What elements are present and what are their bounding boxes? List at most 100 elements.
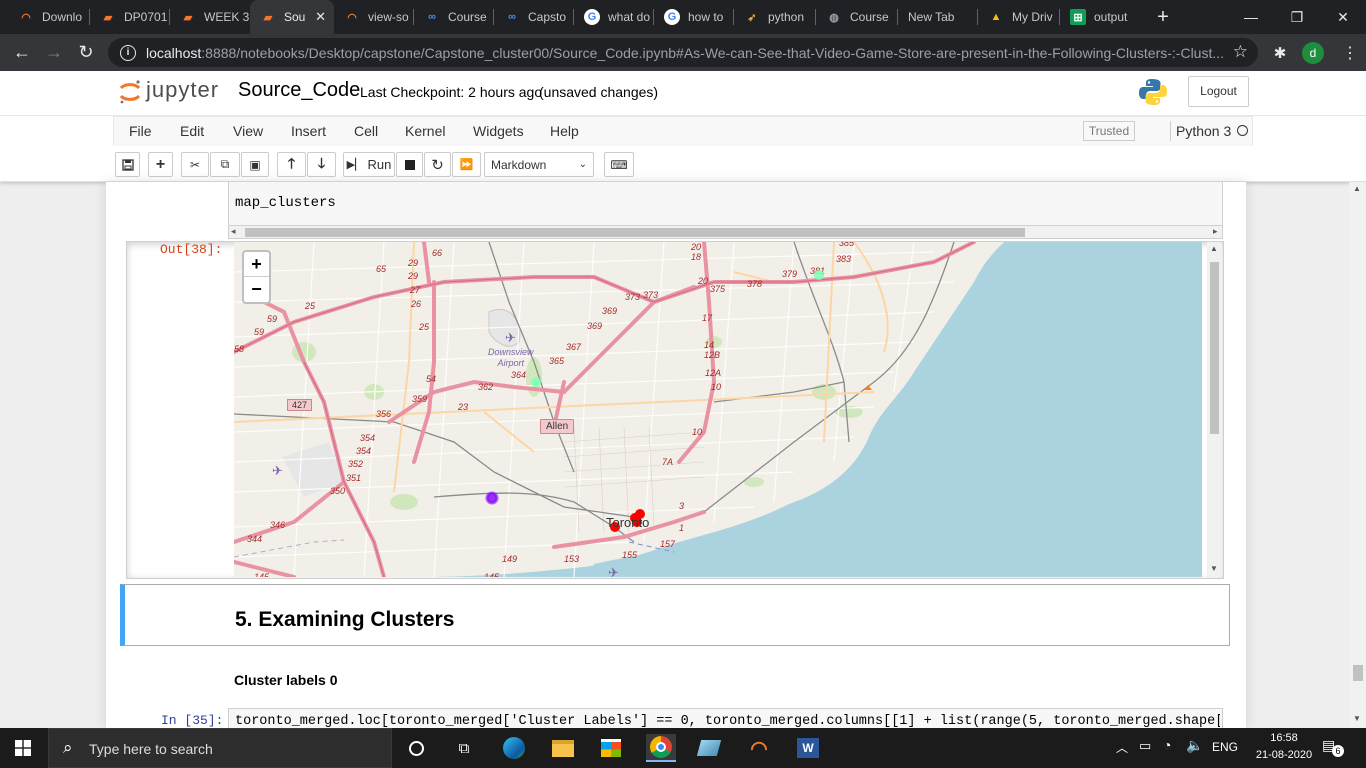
minimize-icon[interactable]: — (1228, 0, 1274, 34)
out-prompt: Out[38]: (160, 242, 223, 257)
cut-icon[interactable]: ✂ (181, 152, 209, 177)
new-tab-button[interactable]: + (1150, 4, 1176, 30)
highway-number-label: 354 (360, 433, 375, 443)
browser-tab[interactable]: ➶ python (734, 0, 816, 34)
browser-tab[interactable]: ∞ Course (414, 0, 494, 34)
language-indicator[interactable]: ENG (1212, 740, 1238, 754)
notebook-title[interactable]: Source_Code (238, 79, 360, 102)
task-view-icon[interactable]: ⧉ (449, 734, 479, 762)
volume-icon[interactable]: 🔈 (1186, 737, 1203, 754)
menu-help[interactable]: Help (550, 117, 579, 145)
chrome-icon[interactable] (646, 734, 676, 762)
browser-tab[interactable]: ▰ DP0701 (90, 0, 170, 34)
reload-icon[interactable]: ↻ (70, 34, 102, 71)
close-window-icon[interactable]: ✕ (1320, 0, 1366, 34)
browser-tab[interactable]: Gwhat do (574, 0, 654, 34)
scroll-down-icon[interactable]: ▼ (1210, 564, 1218, 573)
scroll-up-icon[interactable]: ▲ (1353, 184, 1361, 193)
jupyter-logo-text[interactable]: jupyter (146, 77, 219, 103)
stop-icon[interactable] (396, 152, 423, 177)
browser-tab[interactable]: New Tab (898, 0, 978, 34)
tray-chevron-icon[interactable]: ︿ (1116, 739, 1128, 756)
logout-button[interactable]: Logout (1188, 76, 1249, 107)
search-icon: ⌕ (63, 738, 73, 757)
browser-tab[interactable]: ⊞ output (1060, 0, 1144, 34)
menu-edit[interactable]: Edit (180, 117, 204, 145)
output-vertical-scrollbar[interactable]: ▲ ▼ (1207, 242, 1222, 577)
copy-icon[interactable]: ⧉ (210, 152, 240, 177)
save-icon[interactable] (115, 152, 140, 177)
clock-date[interactable]: 21-08-2020 (1248, 749, 1320, 761)
edge-icon[interactable] (499, 734, 529, 762)
folium-map[interactable]: 2018385383381379378375373373369369367365… (234, 242, 1202, 577)
move-down-icon[interactable]: 🡓 (307, 152, 336, 177)
trusted-indicator[interactable]: Trusted (1083, 121, 1135, 141)
scroll-down-icon[interactable]: ▼ (1353, 714, 1361, 723)
windows-start-icon[interactable] (8, 734, 38, 762)
notes-app-icon[interactable] (694, 734, 724, 762)
notification-center-icon[interactable]: ▤ 6 (1322, 737, 1344, 757)
file-explorer-icon[interactable] (548, 734, 578, 762)
highway-number-label: 29 (407, 258, 418, 268)
menu-file[interactable]: File (129, 117, 152, 145)
horizontal-scrollbar[interactable]: ◂ ▸ (228, 225, 1223, 239)
scrollbar-thumb[interactable] (1353, 665, 1363, 681)
battery-icon[interactable]: ▭ (1139, 738, 1151, 754)
menu-cell[interactable]: Cell (354, 117, 378, 145)
jupyter-app-icon[interactable]: ◠ (744, 734, 774, 762)
browser-tab[interactable]: ∞ Capsto (494, 0, 574, 34)
zoom-out-button[interactable]: − (244, 277, 269, 302)
add-cell-icon[interactable]: + (148, 152, 173, 177)
scroll-up-icon[interactable]: ▲ (1210, 244, 1218, 253)
forward-icon[interactable]: → (38, 34, 70, 71)
wifi-icon[interactable]: ◔ (1163, 737, 1171, 753)
browser-tab[interactable]: ▲ My Driv (978, 0, 1060, 34)
close-tab-icon[interactable]: ✕ (315, 9, 326, 25)
zoom-control: + − (242, 250, 271, 304)
browser-tab[interactable]: Ghow to (654, 0, 734, 34)
store-icon[interactable] (596, 734, 626, 762)
back-icon[interactable]: ← (6, 34, 38, 71)
browser-tab[interactable]: ◠ view-so (334, 0, 414, 34)
scrollbar-thumb[interactable] (245, 228, 1025, 237)
run-button[interactable]: ▶▏ Run (343, 152, 395, 177)
extensions-icon[interactable]: ✱ (1264, 34, 1296, 71)
menu-view[interactable]: View (233, 117, 263, 145)
scroll-right-icon[interactable]: ▸ (1213, 226, 1218, 237)
scrollbar-thumb[interactable] (1210, 262, 1219, 434)
profile-avatar[interactable]: d (1302, 42, 1324, 64)
browser-tab[interactable]: ◠ Downlo (8, 0, 90, 34)
address-bar[interactable]: i localhost:8888/notebooks/Desktop/capst… (108, 38, 1258, 67)
code-cell-input[interactable]: toronto_merged.loc[toronto_merged['Clust… (228, 708, 1223, 728)
browser-tab[interactable]: ▰ WEEK 3 (170, 0, 250, 34)
paste-icon[interactable]: ▣ (241, 152, 269, 177)
highway-number-label: 352 (348, 459, 363, 469)
menu-kernel[interactable]: Kernel (405, 117, 445, 145)
page-scrollbar[interactable]: ▲ ▼ (1349, 182, 1366, 728)
highway-number-label: 58 (234, 344, 244, 354)
menu-widgets[interactable]: Widgets (473, 117, 524, 145)
cortana-icon[interactable] (401, 734, 431, 762)
move-up-icon[interactable]: 🡑 (277, 152, 306, 177)
zoom-in-button[interactable]: + (244, 252, 269, 277)
taskbar-search-box[interactable]: ⌕ Type here to search (48, 728, 392, 768)
keyboard-icon[interactable]: ⌨ (604, 152, 634, 177)
code-cell-input[interactable]: ________________________________________… (228, 182, 1223, 226)
clock-time[interactable]: 16:58 (1264, 732, 1304, 744)
info-icon[interactable]: i (120, 44, 136, 61)
coursera-icon: ∞ (508, 11, 516, 23)
menu-insert[interactable]: Insert (291, 117, 326, 145)
browser-tab[interactable]: ◍ Course (816, 0, 898, 34)
markdown-cell-selected[interactable]: 5. Examining Clusters (120, 584, 1230, 646)
jupyter-logo-icon[interactable] (118, 79, 142, 104)
browser-tab-active[interactable]: ▰ Sou ✕ (250, 0, 334, 34)
restart-icon[interactable]: ↻ (424, 152, 451, 177)
scroll-left-icon[interactable]: ◂ (231, 226, 236, 237)
tab-icon: ➶ (747, 11, 757, 24)
word-icon[interactable]: W (793, 734, 823, 762)
restart-run-all-icon[interactable]: ⏩ (452, 152, 481, 177)
cell-type-select[interactable]: Markdown ⌄ (484, 152, 594, 177)
bookmark-star-icon[interactable]: ☆ (1233, 42, 1248, 62)
more-menu-icon[interactable]: ⋮ (1334, 34, 1366, 71)
maximize-icon[interactable]: ❐ (1274, 0, 1320, 34)
